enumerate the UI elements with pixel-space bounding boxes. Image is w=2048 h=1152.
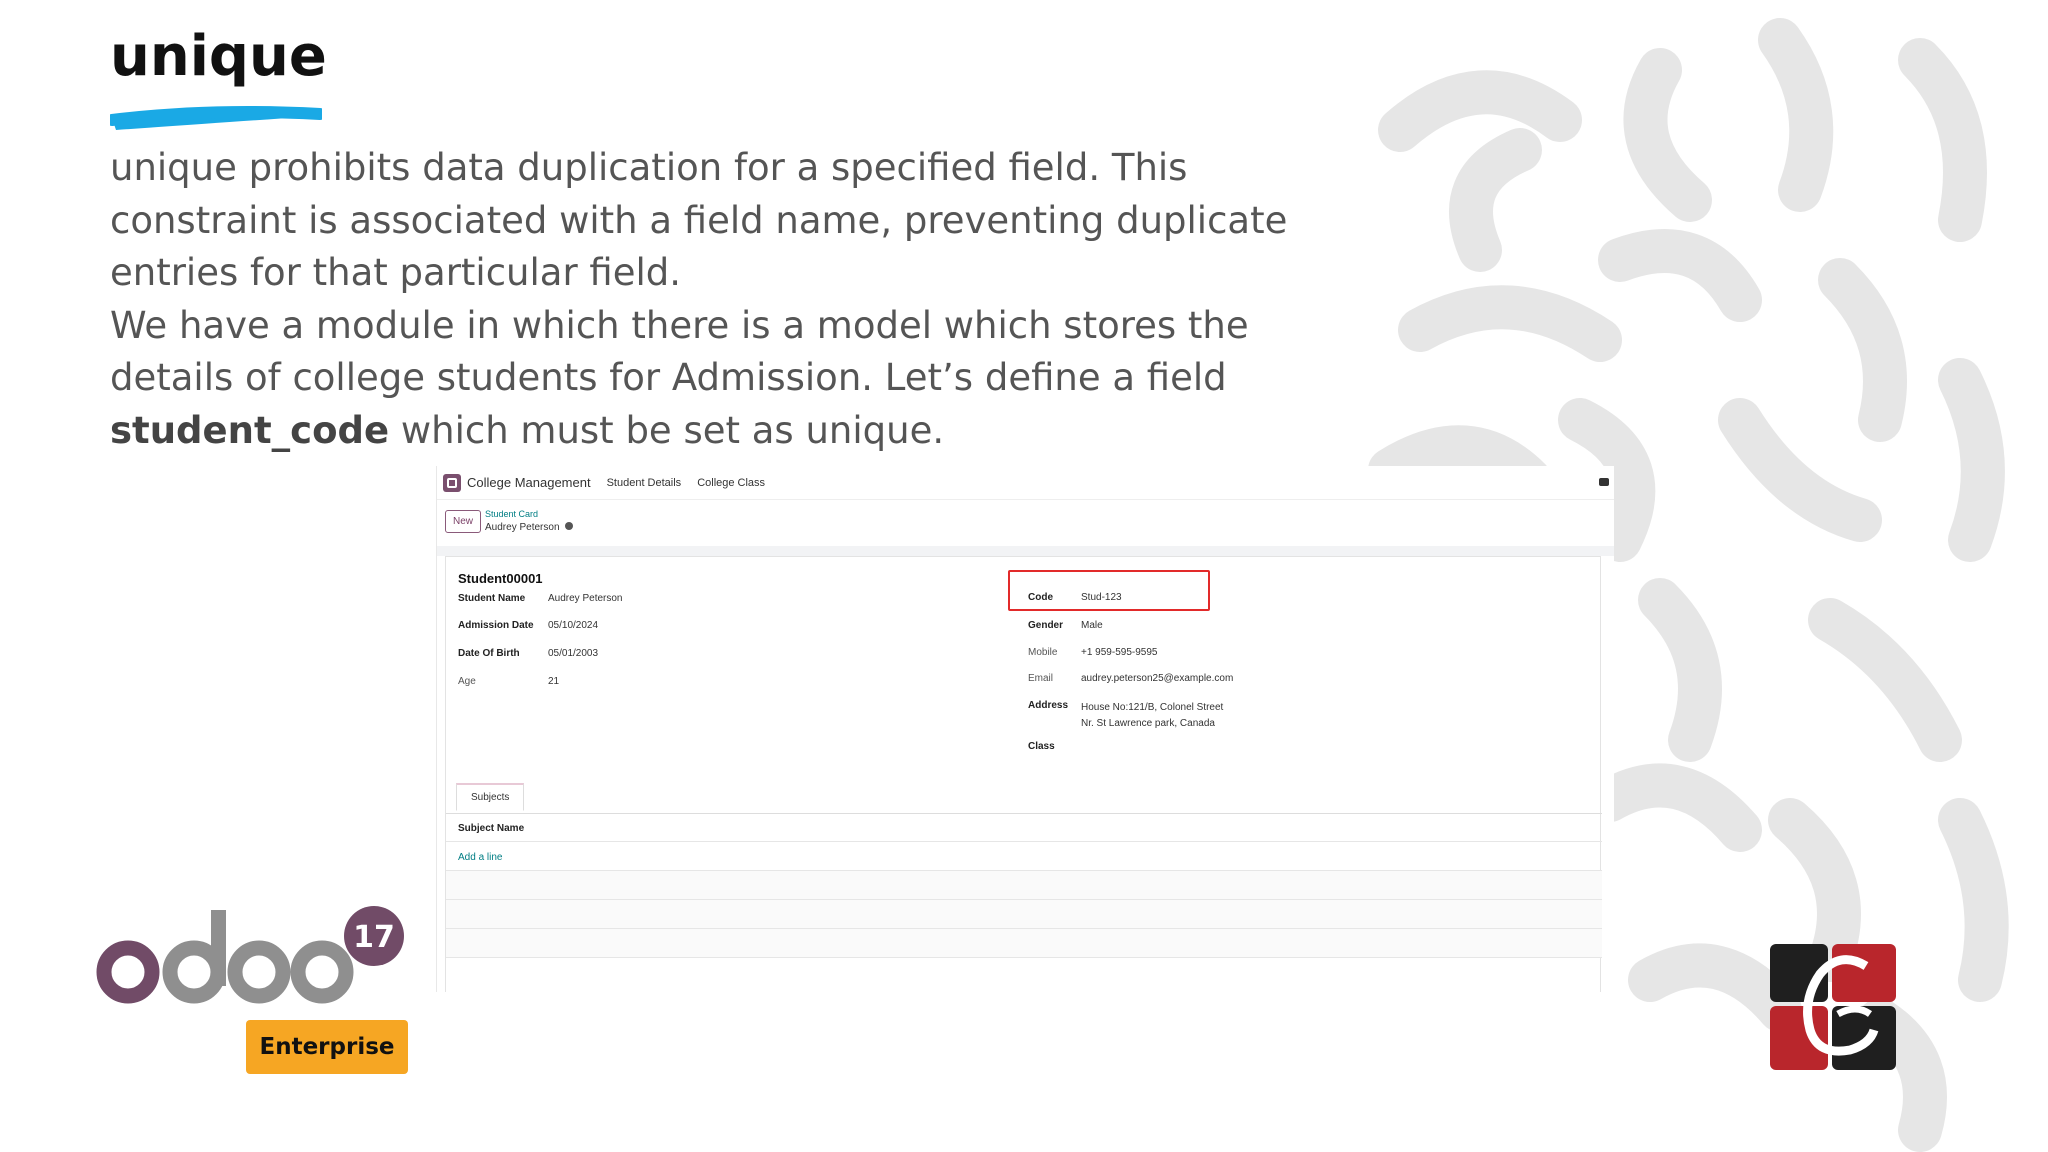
gear-icon[interactable] [564, 521, 573, 530]
paragraph-example-start: We have a module in which there is a mod… [110, 303, 1249, 400]
field-label: Age [458, 676, 476, 687]
slide-title: unique [110, 24, 327, 89]
field-address[interactable]: Address House No:121/B, Colonel Street N… [1028, 700, 1223, 732]
field-age: Age 21 [458, 676, 559, 687]
field-label: Email [1028, 673, 1054, 684]
divider [437, 546, 1614, 556]
field-email[interactable]: Email audrey.peterson25@example.com [1028, 673, 1233, 684]
company-logo [1770, 944, 1896, 1070]
slide-body: unique prohibits data duplication for a … [110, 142, 1350, 457]
tab-divider [446, 813, 1602, 814]
field-value[interactable]: audrey.peterson25@example.com [1081, 673, 1233, 684]
odoo-logo: 17 [96, 906, 404, 1004]
odoo-form-screenshot: College Management Student Details Colle… [436, 466, 1614, 992]
enterprise-badge: Enterprise [246, 1020, 408, 1074]
menu-college-class[interactable]: College Class [697, 477, 765, 489]
field-value: 21 [548, 676, 560, 687]
field-label: Mobile [1028, 647, 1058, 658]
paragraph-example: We have a module in which there is a mod… [110, 300, 1350, 458]
breadcrumb-parent[interactable]: Student Card [485, 508, 573, 520]
field-label: Date Of Birth [458, 648, 520, 659]
menu-student-details[interactable]: Student Details [607, 477, 682, 489]
field-student-name[interactable]: Student Name Audrey Peterson [458, 593, 623, 604]
breadcrumb: Student Card Audrey Peterson [485, 508, 573, 534]
field-value[interactable]: Audrey Peterson [548, 593, 623, 604]
app-icon[interactable] [443, 473, 461, 492]
field-value[interactable]: Male [1081, 620, 1103, 631]
chat-icon[interactable] [1599, 478, 1609, 486]
new-button[interactable]: New [445, 509, 482, 533]
field-mobile[interactable]: Mobile +1 959-595-9595 [1028, 647, 1157, 658]
address-line-2: Nr. St Lawrence park, Canada [1081, 718, 1215, 729]
field-value[interactable]: 05/10/2024 [548, 620, 598, 631]
code-field-highlight [1008, 570, 1210, 611]
field-class[interactable]: Class [1028, 741, 1081, 752]
field-gender[interactable]: Gender Male [1028, 620, 1103, 631]
version-badge: 17 [353, 920, 395, 955]
field-label: Class [1028, 741, 1055, 752]
field-admission-date[interactable]: Admission Date 05/10/2024 [458, 620, 598, 631]
field-value[interactable]: House No:121/B, Colonel Street Nr. St La… [1081, 700, 1223, 732]
row-divider [446, 957, 1602, 958]
title-underline [110, 106, 322, 130]
field-value[interactable]: +1 959-595-9595 [1081, 647, 1157, 658]
control-panel: New Student Card Audrey Peterson [445, 508, 573, 534]
breadcrumb-current: Audrey Peterson [485, 522, 560, 533]
column-header-subject-name[interactable]: Subject Name [458, 823, 524, 834]
field-value[interactable]: 05/01/2003 [548, 648, 598, 659]
form-sheet: Student00001 Student Name Audrey Peterso… [445, 556, 1602, 992]
notebook-tabs: Subjects [456, 783, 525, 811]
field-label: Admission Date [458, 620, 534, 631]
empty-row [446, 929, 1602, 957]
field-label: Address [1028, 700, 1069, 711]
tab-subjects[interactable]: Subjects [456, 783, 525, 811]
field-label: Gender [1028, 620, 1064, 631]
field-date-of-birth[interactable]: Date Of Birth 05/01/2003 [458, 648, 598, 659]
paragraph-example-end: which must be set as unique. [389, 408, 945, 452]
empty-row [446, 900, 1602, 928]
app-name[interactable]: College Management [467, 475, 591, 490]
address-line-1: House No:121/B, Colonel Street [1081, 702, 1224, 713]
odoo-navbar: College Management Student Details Colle… [437, 466, 1614, 500]
field-label: Student Name [458, 593, 526, 604]
field-name-highlight: student_code [110, 408, 390, 452]
empty-row [446, 871, 1602, 899]
row-divider [446, 841, 1602, 842]
add-line-link[interactable]: Add a line [458, 852, 502, 863]
record-title: Student00001 [458, 571, 543, 586]
paragraph-unique-definition: unique prohibits data duplication for a … [110, 146, 1288, 294]
